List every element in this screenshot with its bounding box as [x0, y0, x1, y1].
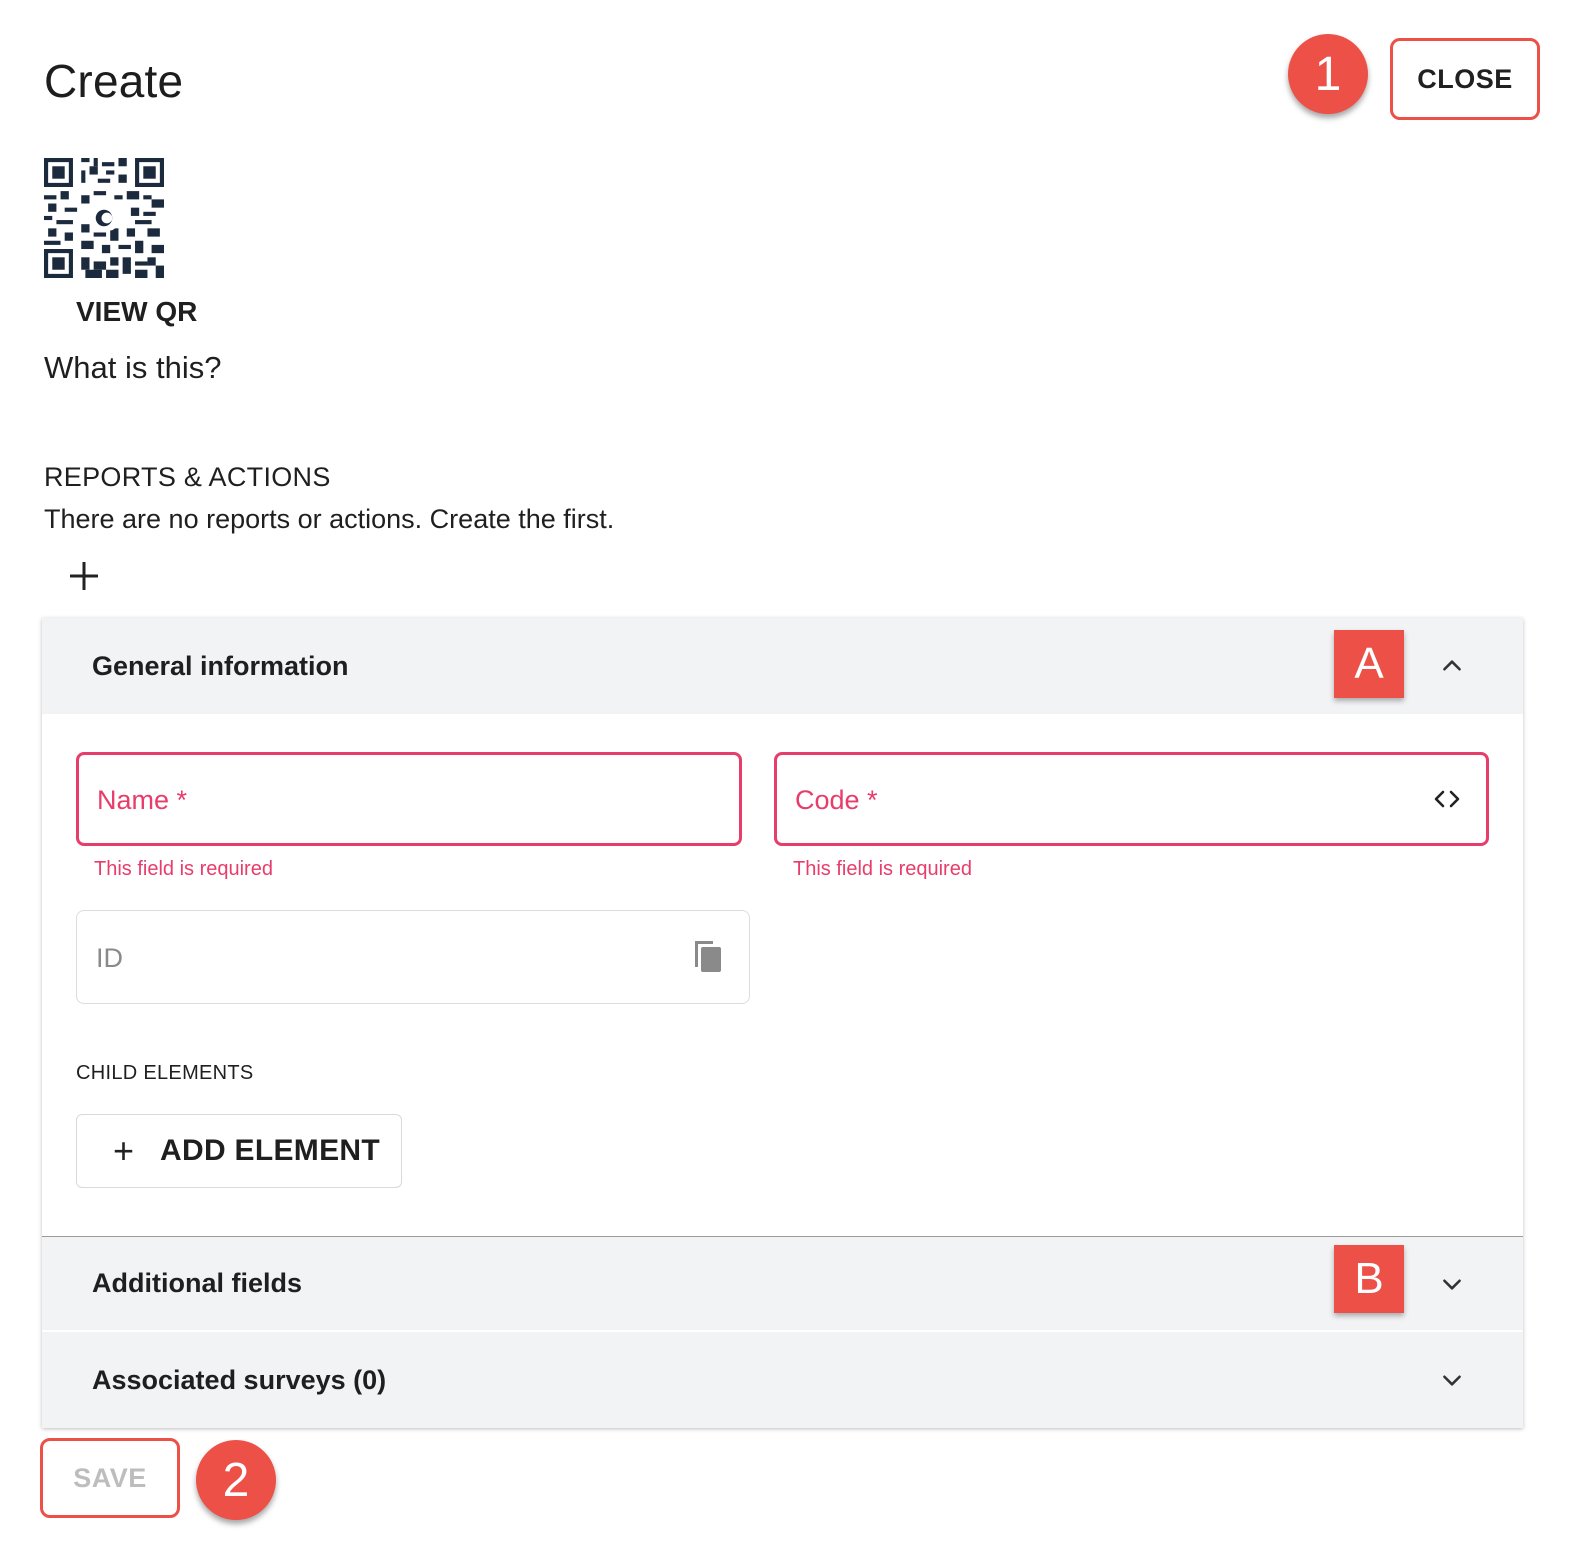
id-field[interactable]: ID — [76, 910, 750, 1004]
code-field-label: Code * — [795, 785, 878, 815]
accordion-general-information[interactable]: General information A — [42, 618, 1523, 714]
page-title: Create — [44, 55, 184, 107]
save-button[interactable]: SAVE — [40, 1438, 180, 1518]
name-error-text: This field is required — [94, 858, 273, 880]
plus-icon — [70, 562, 98, 590]
chevron-up-icon[interactable] — [1439, 653, 1465, 679]
close-button[interactable]: CLOSE — [1390, 38, 1540, 120]
annotation-marker-b: B — [1334, 1245, 1404, 1313]
child-elements-title: CHILD ELEMENTS — [76, 1062, 254, 1084]
annotation-marker-2: 2 — [196, 1440, 276, 1520]
reports-empty-text: There are no reports or actions. Create … — [44, 504, 615, 534]
code-field[interactable]: Code * — [774, 752, 1489, 846]
what-is-this-link[interactable]: What is this? — [44, 350, 221, 386]
name-field-label: Name * — [97, 785, 188, 815]
view-qr-button[interactable]: VIEW QR — [76, 296, 197, 328]
name-field[interactable]: Name * — [76, 752, 742, 846]
add-element-label: ADD ELEMENT — [160, 1134, 380, 1167]
accordion-additional-fields[interactable]: Additional fields B — [42, 1236, 1523, 1330]
reports-actions-title: REPORTS & ACTIONS — [44, 462, 331, 492]
annotation-marker-a: A — [1334, 630, 1404, 698]
chevron-down-icon[interactable] — [1439, 1367, 1465, 1393]
chevron-down-icon[interactable] — [1439, 1271, 1465, 1297]
qr-code-icon[interactable] — [44, 158, 164, 278]
form-panel: General information A Name * This field … — [42, 618, 1523, 1428]
annotation-marker-1: 1 — [1288, 34, 1368, 114]
add-element-button[interactable]: + ADD ELEMENT — [76, 1114, 402, 1188]
code-error-text: This field is required — [793, 858, 972, 880]
id-field-label: ID — [96, 943, 123, 973]
accordion-title: Associated surveys (0) — [92, 1364, 387, 1395]
accordion-associated-surveys[interactable]: Associated surveys (0) — [42, 1332, 1523, 1428]
accordion-title: Additional fields — [92, 1268, 303, 1298]
accordion-title: General information — [92, 650, 349, 681]
add-report-button[interactable] — [64, 556, 104, 600]
plus-icon: + — [113, 1130, 135, 1171]
code-icon[interactable] — [1432, 785, 1462, 813]
copy-icon[interactable] — [691, 937, 725, 975]
